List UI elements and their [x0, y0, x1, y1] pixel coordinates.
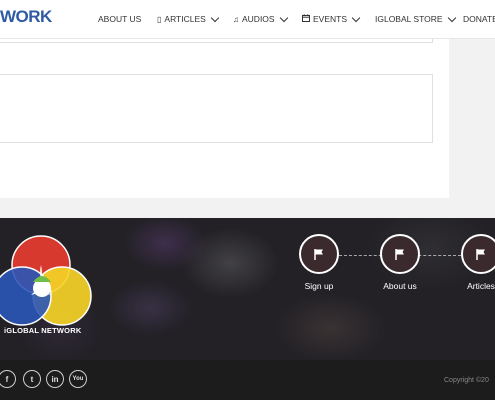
- nav-audios-label: AUDIOS: [242, 14, 275, 24]
- iglobal-logo-icon: [0, 235, 92, 326]
- chevron-down-icon: [351, 13, 361, 22]
- step-about-us-label[interactable]: About us: [365, 281, 435, 291]
- nav-about-us-label: ABOUT US: [98, 14, 142, 24]
- flag-icon: [314, 249, 323, 260]
- chevron-down-icon: [210, 13, 220, 22]
- site-logo[interactable]: WORK: [0, 7, 52, 27]
- footer-hero: iGLOBAL NETWORK Sign up About us Article…: [0, 218, 495, 360]
- flag-icon: [476, 249, 485, 260]
- nav-donate[interactable]: DONATE: [463, 14, 495, 24]
- youtube-icon[interactable]: You: [69, 370, 87, 388]
- flag-icon: [395, 249, 404, 260]
- chevron-down-icon: [447, 13, 456, 22]
- chevron-down-icon: [279, 13, 288, 22]
- nav-events-label: EVENTS: [313, 14, 348, 24]
- step-sign-up-label[interactable]: Sign up: [284, 281, 354, 291]
- brand-name: iGLOBAL NETWORK: [4, 326, 82, 335]
- music-note-icon: ♫: [233, 14, 239, 24]
- twitter-icon[interactable]: t: [23, 370, 41, 388]
- nav-events[interactable]: EVENTS: [302, 13, 361, 24]
- nav-iglobal-store[interactable]: IGLOBAL STORE: [375, 13, 456, 24]
- copyright-text: Copyright ©20: [444, 377, 489, 384]
- site-header: WORK ABOUT US ▯ ARTICLES ♫ AUDIOS EVENTS…: [0, 0, 495, 39]
- nav-articles-label: ARTICLES: [164, 14, 206, 24]
- step-sign-up-button[interactable]: [299, 234, 339, 274]
- nav-audios[interactable]: ♫ AUDIOS: [233, 13, 288, 24]
- calendar-icon: [302, 14, 310, 24]
- nav-donate-label: DONATE: [463, 14, 495, 24]
- step-articles-label[interactable]: Articles: [446, 281, 495, 291]
- step-about-us-button[interactable]: [380, 234, 420, 274]
- nav-articles[interactable]: ▯ ARTICLES: [157, 13, 220, 24]
- step-articles-button[interactable]: [461, 234, 495, 274]
- content-box-top: [0, 39, 433, 43]
- nav-iglobal-store-label: IGLOBAL STORE: [375, 14, 443, 24]
- content-box: [0, 74, 433, 143]
- linkedin-icon[interactable]: in: [46, 370, 64, 388]
- document-icon: ▯: [157, 14, 162, 24]
- footer-bottom-bar: f t in You Copyright ©20: [0, 360, 495, 400]
- nav-about-us[interactable]: ABOUT US: [98, 14, 141, 24]
- facebook-icon[interactable]: f: [0, 370, 16, 388]
- main-content: [0, 39, 449, 198]
